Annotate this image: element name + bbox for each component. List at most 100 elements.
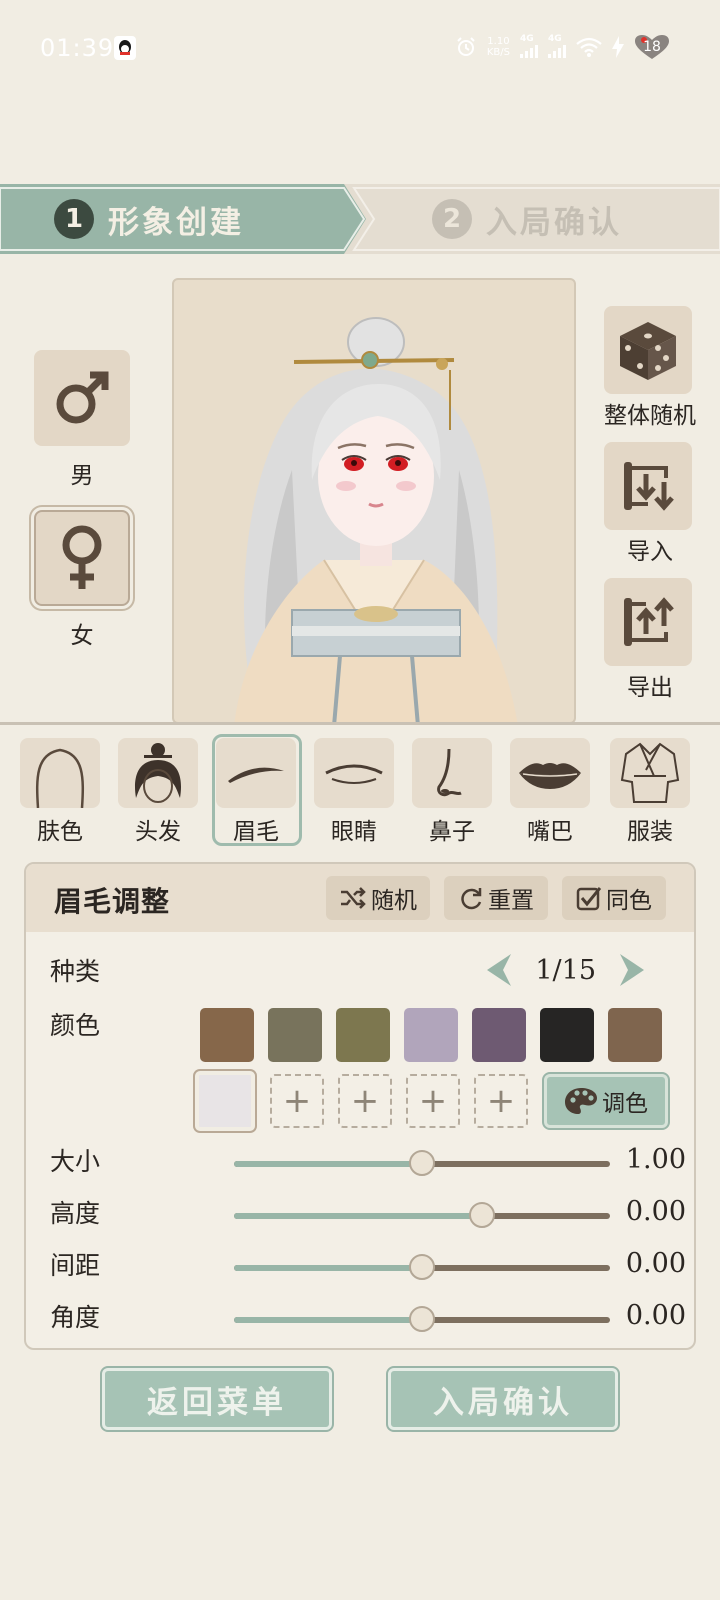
signal-1-icon: 4G: [520, 34, 538, 58]
slider-handle[interactable]: [409, 1306, 435, 1332]
lips-icon: [519, 763, 581, 789]
status-time: 01:39: [40, 34, 115, 62]
category-label-clothing: 服装: [627, 819, 673, 845]
color-swatch[interactable]: [336, 1008, 390, 1062]
slider-track[interactable]: [234, 1306, 610, 1332]
enter-confirm-label: 入局确认: [433, 1384, 573, 1421]
add-color-slot[interactable]: +: [406, 1074, 460, 1128]
hair-icon: [134, 743, 182, 803]
slider-value: 1.00: [625, 1144, 686, 1175]
charging-icon: [612, 36, 624, 58]
random-button-label: 随机: [371, 888, 417, 914]
eyebrow-icon: [228, 767, 284, 783]
eye-icon: [325, 764, 383, 784]
status-indicators: 1.10 KB/S 4G 4G 18: [455, 34, 670, 60]
panel-header: 眉毛调整 随机 重置 同色: [26, 864, 694, 932]
color-swatch[interactable]: [404, 1008, 458, 1062]
next-arrow-icon[interactable]: [616, 952, 650, 988]
add-color-slot[interactable]: +: [270, 1074, 324, 1128]
same-color-label: 同色: [606, 888, 652, 914]
category-tab-clothing[interactable]: 服装: [610, 736, 690, 845]
step-2-label: 入局确认: [486, 204, 622, 241]
slider-value: 0.00: [625, 1300, 686, 1331]
category-label-eyebrow: 眉毛: [233, 819, 279, 845]
checkbox-checked-icon: [576, 887, 602, 911]
signal-2-icon: 4G: [548, 34, 566, 58]
slider-label: 大小: [50, 1147, 101, 1176]
slider-label: 角度: [50, 1303, 101, 1332]
category-label-hair: 头发: [135, 819, 181, 845]
slider-handle[interactable]: [409, 1150, 435, 1176]
slider-fill: [234, 1317, 422, 1323]
female-label: 女: [70, 623, 94, 649]
net-speed: 1.10 KB/S: [486, 36, 510, 58]
alarm-icon: [457, 37, 475, 56]
slider-track[interactable]: [234, 1202, 610, 1228]
robe-icon: [620, 742, 680, 803]
character-illustration: [234, 317, 518, 722]
random-button[interactable]: 随机: [326, 876, 430, 920]
prev-arrow-icon[interactable]: [481, 952, 515, 988]
battery-icon: 18: [634, 34, 670, 60]
palette-button[interactable]: 调色: [544, 1074, 668, 1128]
preview-divider: [0, 722, 720, 725]
slider-fill: [234, 1213, 483, 1219]
import-button[interactable]: [604, 442, 692, 530]
female-symbol-icon: [62, 525, 102, 589]
slider-handle[interactable]: [469, 1202, 496, 1228]
slider-label: 间距: [50, 1251, 101, 1280]
reset-button-label: 重置: [488, 888, 534, 914]
back-to-menu-label: 返回菜单: [147, 1384, 287, 1421]
step-1-tab[interactable]: 1 形象创建: [0, 184, 372, 254]
slider-label: 高度: [50, 1199, 101, 1228]
reset-button[interactable]: 重置: [444, 876, 548, 920]
palette-label: 调色: [602, 1091, 648, 1117]
color-swatch[interactable]: [268, 1008, 322, 1062]
step-2-tab[interactable]: 2 入局确认: [344, 184, 720, 254]
female-button[interactable]: [31, 507, 133, 609]
type-value: 1/15: [535, 954, 596, 986]
slider-fill: [234, 1265, 422, 1271]
category-tab-eyes[interactable]: 眼睛: [314, 736, 394, 845]
step-1-label: 形象创建: [108, 204, 244, 241]
type-label: 种类: [50, 957, 101, 986]
category-tab-mouth[interactable]: 嘴巴: [510, 736, 590, 845]
category-tab-nose[interactable]: 鼻子: [412, 736, 492, 845]
wifi-icon: [576, 37, 602, 57]
male-button[interactable]: [34, 350, 130, 446]
slider-fill: [234, 1161, 422, 1167]
back-to-menu-button[interactable]: 返回菜单: [102, 1368, 332, 1430]
slider-handle[interactable]: [409, 1254, 435, 1280]
reset-icon: [461, 888, 482, 910]
export-scroll-icon: [624, 597, 674, 646]
random-all-label: 整体随机: [604, 403, 696, 429]
enter-confirm-button[interactable]: 入局确认: [388, 1368, 618, 1430]
color-swatch[interactable]: [200, 1008, 254, 1062]
slider-track[interactable]: [234, 1254, 610, 1280]
category-label-mouth: 嘴巴: [527, 819, 573, 845]
step-1-number: 1: [54, 199, 94, 239]
category-tab-hair[interactable]: 头发: [118, 736, 198, 845]
nose-icon: [437, 748, 462, 797]
category-label-nose: 鼻子: [429, 819, 475, 845]
import-label: 导入: [627, 539, 673, 565]
custom-color-swatch[interactable]: [195, 1071, 255, 1131]
type-selector: 1/15: [481, 952, 650, 988]
add-color-slot[interactable]: +: [474, 1074, 528, 1128]
category-tab-eyebrow[interactable]: 眉毛: [216, 736, 296, 845]
color-label: 颜色: [50, 1011, 101, 1040]
export-button[interactable]: [604, 578, 692, 666]
add-color-slot[interactable]: +: [338, 1074, 392, 1128]
color-swatch[interactable]: [540, 1008, 594, 1062]
character-preview[interactable]: [172, 278, 576, 724]
slider-track[interactable]: [234, 1150, 610, 1176]
dice-icon: [620, 322, 676, 380]
qq-notification-icon: [114, 36, 136, 60]
color-swatch[interactable]: [472, 1008, 526, 1062]
color-swatch[interactable]: [608, 1008, 662, 1062]
same-color-toggle[interactable]: 同色: [562, 876, 666, 920]
random-all-button[interactable]: [604, 306, 692, 394]
slider-value: 0.00: [625, 1248, 686, 1279]
palette-icon: [565, 1088, 597, 1114]
category-tab-skin[interactable]: 肤色: [20, 736, 100, 845]
